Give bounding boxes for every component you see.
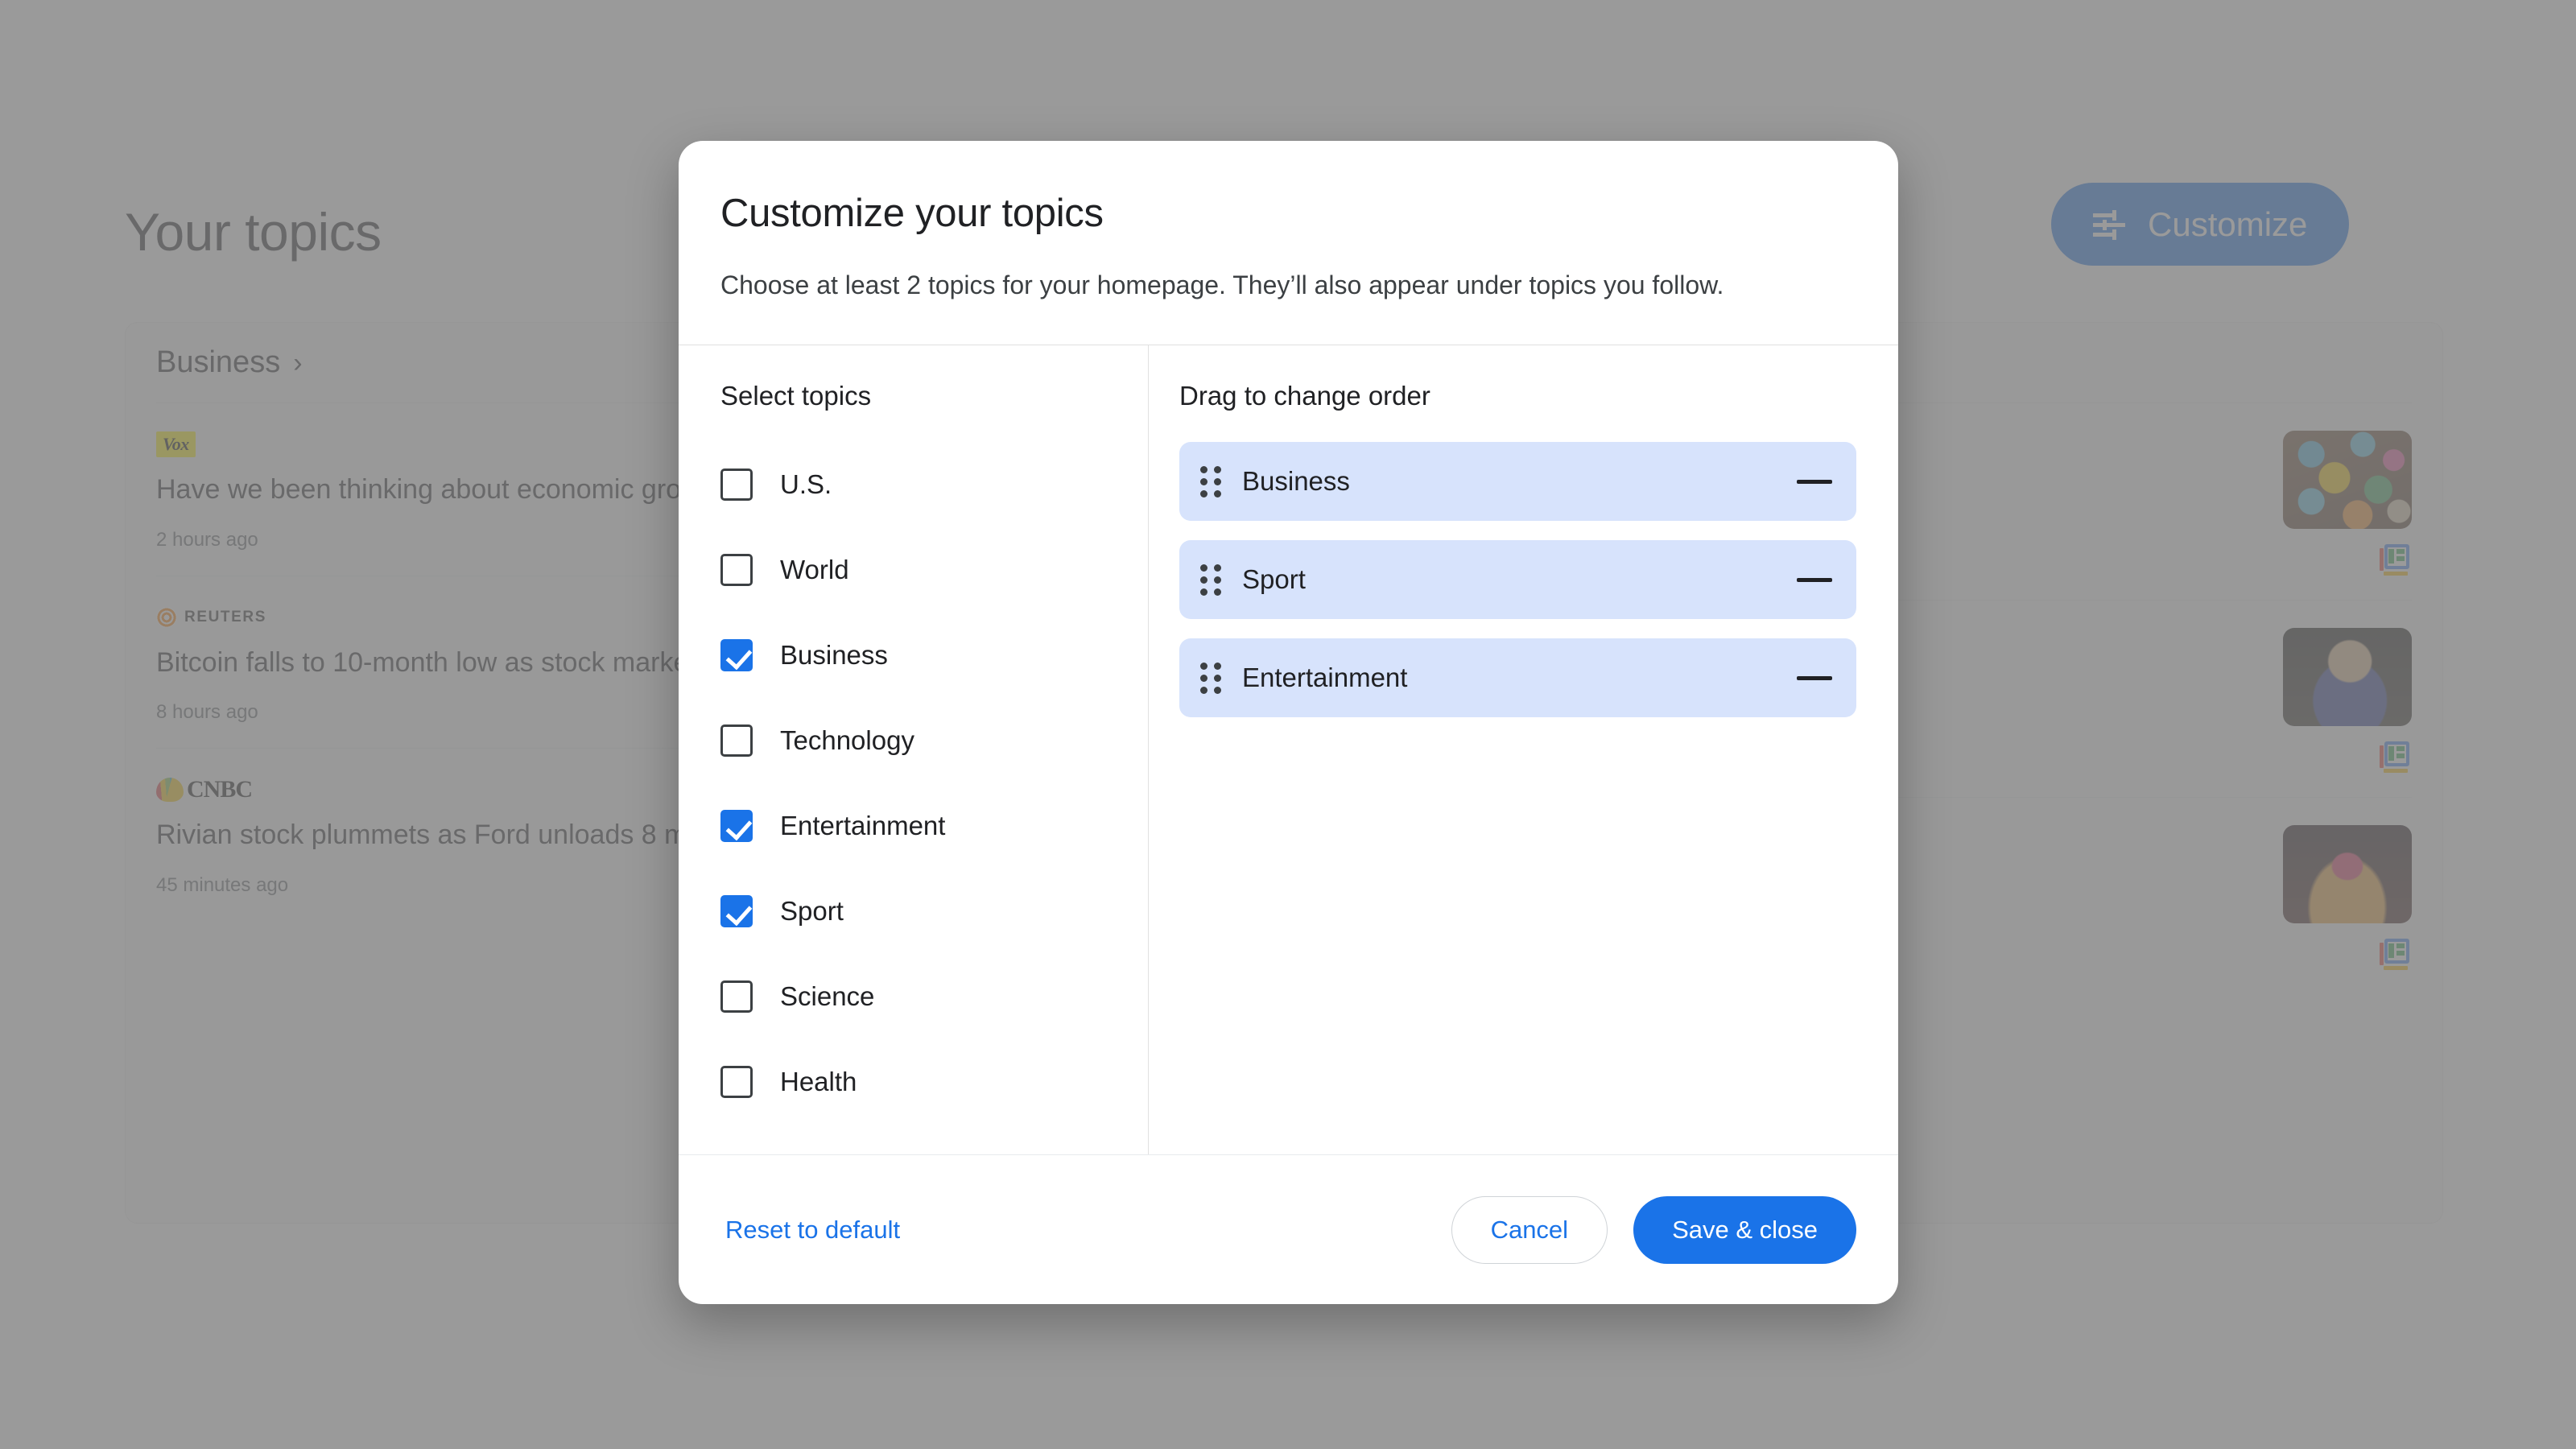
select-topics-column: Select topics U.S. World Business Techno… xyxy=(679,345,1149,1154)
order-item-label: Sport xyxy=(1242,564,1306,595)
remove-icon[interactable] xyxy=(1797,479,1832,484)
topic-checkbox-sport[interactable]: Sport xyxy=(720,869,1148,954)
topic-checkbox-business[interactable]: Business xyxy=(720,613,1148,698)
save-and-close-button[interactable]: Save & close xyxy=(1633,1195,1856,1264)
reset-to-default-button[interactable]: Reset to default xyxy=(720,1206,905,1254)
topic-checkbox-world[interactable]: World xyxy=(720,527,1148,613)
order-item-entertainment[interactable]: Entertainment xyxy=(1179,638,1856,718)
dialog-subtitle: Choose at least 2 topics for your homepa… xyxy=(720,270,1724,299)
select-topics-label: Select topics xyxy=(720,381,872,411)
order-item-sport[interactable]: Sport xyxy=(1179,540,1856,620)
topic-label: Technology xyxy=(780,725,914,756)
dialog-body: Select topics U.S. World Business Techno… xyxy=(679,345,1898,1154)
cancel-button[interactable]: Cancel xyxy=(1451,1195,1608,1264)
remove-icon[interactable] xyxy=(1797,577,1832,582)
topic-checkbox-entertainment[interactable]: Entertainment xyxy=(720,783,1148,869)
dialog-header: Customize your topics Choose at least 2 … xyxy=(679,141,1898,303)
drag-handle-icon[interactable] xyxy=(1200,465,1221,497)
order-item-label: Business xyxy=(1242,466,1350,497)
drag-handle-icon[interactable] xyxy=(1200,564,1221,596)
drag-order-column: Drag to change order Business Sport Ente… xyxy=(1149,345,1898,1154)
drag-handle-icon[interactable] xyxy=(1200,662,1221,694)
topic-checkbox-science[interactable]: Science xyxy=(720,954,1148,1039)
topic-label: Business xyxy=(780,640,888,671)
topic-label: Health xyxy=(780,1067,857,1097)
topic-label: Entertainment xyxy=(780,811,946,841)
drag-order-label: Drag to change order xyxy=(1179,381,1430,411)
checkbox-icon xyxy=(720,1066,753,1099)
footer-actions: Cancel Save & close xyxy=(1451,1195,1856,1264)
checkbox-checked-icon xyxy=(720,895,753,928)
remove-icon[interactable] xyxy=(1797,675,1832,680)
topic-checkbox-health[interactable]: Health xyxy=(720,1039,1148,1125)
topic-label: Sport xyxy=(780,896,844,927)
page-root: Your topics Customize Business › xyxy=(0,0,2576,1449)
checkbox-icon xyxy=(720,724,753,758)
checkbox-checked-icon xyxy=(720,639,753,672)
topic-label: World xyxy=(780,555,849,585)
topic-label: U.S. xyxy=(780,469,832,500)
customize-topics-dialog: Customize your topics Choose at least 2 … xyxy=(679,141,1898,1304)
topic-checkbox-us[interactable]: U.S. xyxy=(720,442,1148,527)
checkbox-icon xyxy=(720,554,753,587)
order-item-business[interactable]: Business xyxy=(1179,442,1856,522)
dialog-title: Customize your topics xyxy=(720,192,1104,235)
topic-label: Science xyxy=(780,981,875,1012)
dialog-footer: Reset to default Cancel Save & close xyxy=(679,1154,1898,1304)
order-item-label: Entertainment xyxy=(1242,663,1408,693)
checkbox-checked-icon xyxy=(720,810,753,843)
checkbox-icon xyxy=(720,469,753,502)
topic-checkbox-technology[interactable]: Technology xyxy=(720,698,1148,783)
checkbox-icon xyxy=(720,980,753,1013)
